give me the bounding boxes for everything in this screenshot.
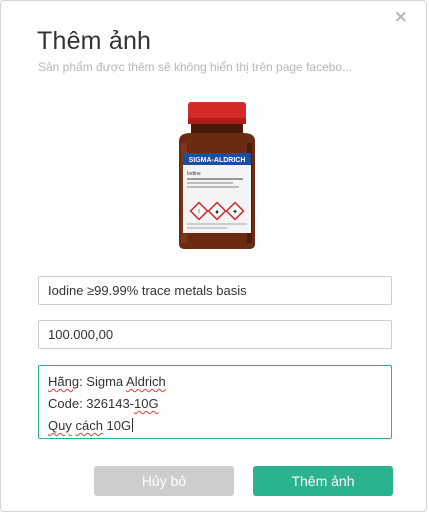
add-photo-button[interactable]: Thêm ảnh: [253, 466, 393, 496]
product-name-input[interactable]: Iodine ≥99.99% trace metals basis: [38, 276, 392, 305]
dialog-title: Thêm ảnh: [37, 27, 152, 55]
label-product: Iodine: [187, 171, 201, 177]
dialog-subtitle: Sản phẩm được thêm sẽ không hiển thị trê…: [38, 60, 353, 74]
product-image: SIGMA-ALDRICH Iodine ! ♦ ✦: [179, 102, 255, 249]
svg-text:!: !: [198, 209, 200, 216]
cancel-button[interactable]: Hủy bỏ: [94, 466, 234, 496]
product-description-textarea[interactable]: Hãng: Sigma Aldrich Code: 326143-10G Quy…: [38, 365, 392, 439]
svg-text:♦: ♦: [215, 209, 219, 216]
close-icon[interactable]: ×: [394, 7, 408, 27]
add-photo-dialog: × Thêm ảnh Sản phẩm được thêm sẽ không h…: [0, 0, 427, 512]
description-line-spec: Quy cách 10G: [48, 418, 134, 433]
label-brand: SIGMA-ALDRICH: [189, 157, 246, 164]
svg-text:✦: ✦: [232, 208, 238, 216]
product-price-input[interactable]: 100.000,00: [38, 320, 392, 349]
description-line-brand: Hãng: Sigma Aldrich: [48, 374, 166, 389]
text-caret: [132, 418, 134, 432]
description-line-code: Code: 326143-10G: [48, 396, 159, 411]
